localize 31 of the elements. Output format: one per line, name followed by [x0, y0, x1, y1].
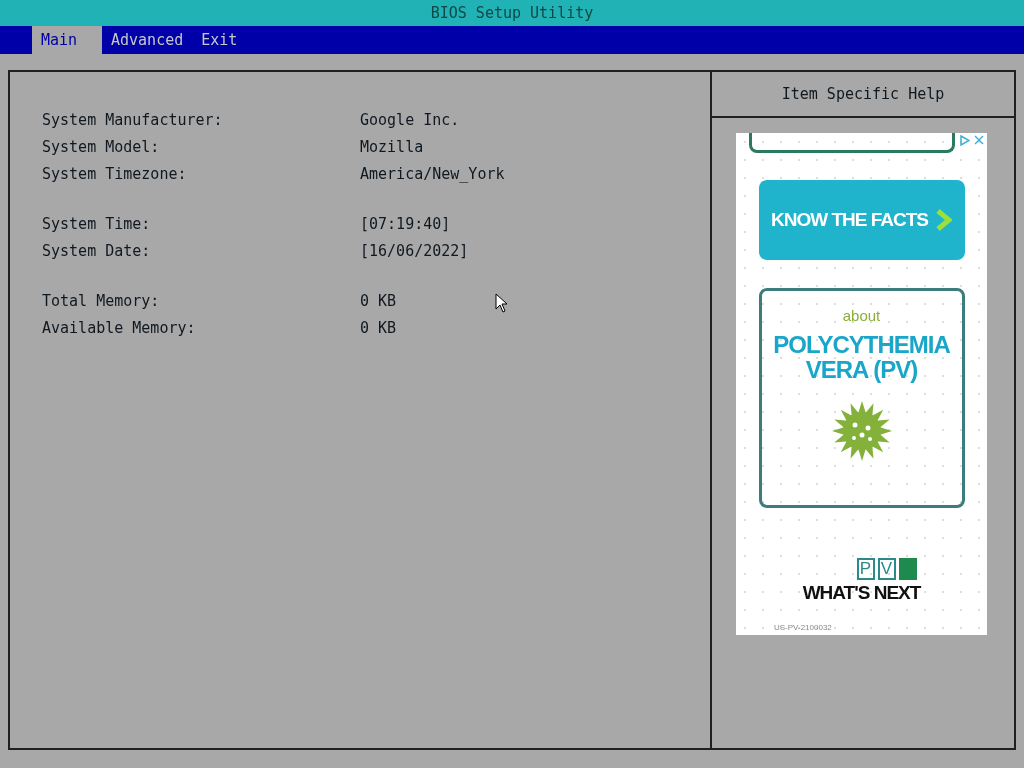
logo-letter: V — [877, 558, 896, 580]
menu-tab[interactable]: Advanced — [102, 26, 193, 54]
play-triangle-icon[interactable] — [959, 135, 970, 146]
field-value: Mozilla — [360, 137, 424, 156]
ad-tagline: WHAT'S NEXT — [802, 582, 921, 604]
chevron-right-icon — [936, 209, 952, 231]
panel-title: Item Specific Help — [781, 85, 945, 103]
close-icon[interactable] — [974, 135, 984, 145]
window-title: BIOS Setup Utility — [430, 4, 594, 22]
ad-code: US-PV-2100032 — [774, 623, 832, 632]
field-label: System Time: — [42, 214, 152, 233]
field-label: System Date: — [42, 241, 152, 260]
field-value: 0 KB — [360, 318, 397, 337]
field-value: [16/06/2022] — [360, 241, 469, 260]
field-label: System Timezone: — [42, 164, 188, 183]
menu-tab[interactable]: Exit — [192, 26, 247, 54]
field-value: [07:19:40] — [360, 214, 451, 233]
field-value: 0 KB — [360, 291, 397, 310]
ad-headline: POLYCYTHEMIA VERA (PV) — [772, 332, 951, 383]
about-text: about — [842, 307, 881, 324]
field-label: Available Memory: — [42, 318, 197, 337]
field-label: Total Memory: — [42, 291, 161, 310]
field-label: System Model: — [42, 137, 161, 156]
field-value: America/New_York — [360, 164, 505, 183]
logo-block — [898, 558, 917, 580]
mouse-pointer-icon — [495, 293, 508, 313]
advertisement[interactable]: KNOW THE FACTS about POLYCYTHEMIA VERA (PV) P V WHAT'S NEXT US-PV-2100032 — [736, 133, 987, 635]
field-label: System Manufacturer: — [42, 110, 224, 129]
menu-tab[interactable]: Main — [32, 26, 102, 54]
logo-letter: P — [856, 558, 875, 580]
field-value: Google Inc. — [360, 110, 460, 129]
